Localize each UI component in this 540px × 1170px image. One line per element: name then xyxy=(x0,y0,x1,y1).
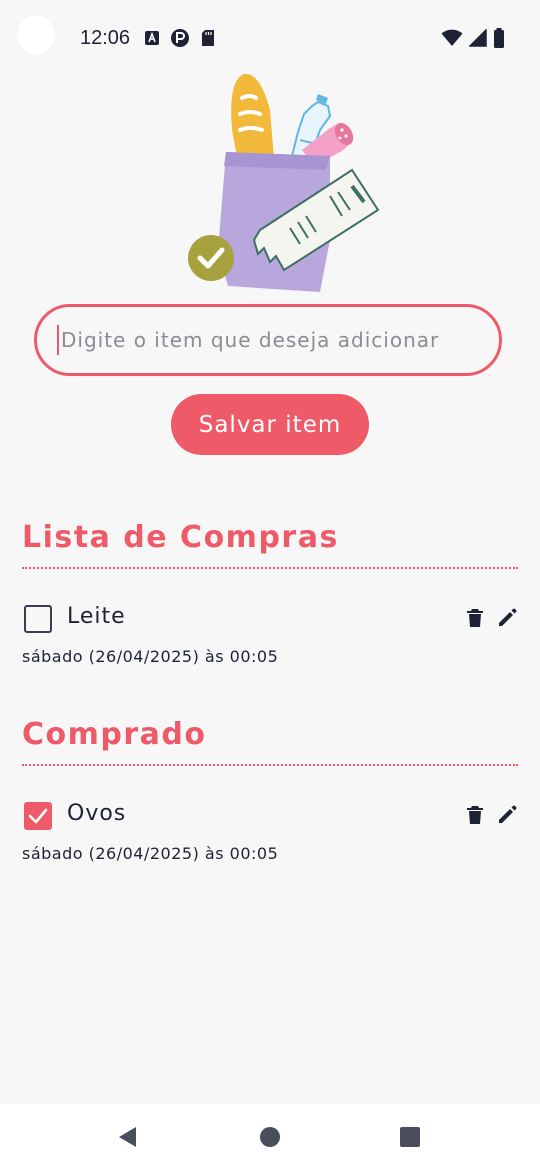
item-name: Leite xyxy=(67,604,126,629)
navigation-bar xyxy=(0,1104,540,1170)
recents-icon[interactable] xyxy=(399,1126,421,1148)
wifi-icon xyxy=(441,29,463,46)
sd-card-icon xyxy=(202,30,214,46)
delete-icon[interactable] xyxy=(464,804,486,826)
item-name: Ovos xyxy=(67,801,127,826)
item-checkbox[interactable] xyxy=(24,605,52,633)
notification-icons xyxy=(144,28,216,48)
pocket-icon xyxy=(171,29,189,47)
item-input-container[interactable] xyxy=(34,304,502,376)
item-date: sábado (26/04/2025) às 00:05 xyxy=(22,844,279,863)
battery-icon xyxy=(494,28,504,48)
edit-icon[interactable] xyxy=(496,804,518,826)
font-a-icon xyxy=(145,31,159,45)
system-icons xyxy=(441,28,505,48)
home-icon[interactable] xyxy=(259,1126,281,1148)
camera-cutout xyxy=(17,16,55,54)
save-item-button[interactable]: Salvar item xyxy=(171,394,369,455)
shopping-list-title: Lista de Compras xyxy=(22,520,339,555)
bought-list-title: Comprado xyxy=(22,717,207,752)
status-time: 12:06 xyxy=(80,27,131,49)
signal-icon xyxy=(469,29,487,47)
item-date: sábado (26/04/2025) às 00:05 xyxy=(22,647,279,666)
item-checkbox[interactable] xyxy=(24,802,52,830)
bought-list-divider xyxy=(22,764,518,766)
back-icon[interactable] xyxy=(118,1126,138,1148)
edit-icon[interactable] xyxy=(496,607,518,629)
delete-icon[interactable] xyxy=(464,607,486,629)
grocery-bag-illustration xyxy=(188,73,380,292)
status-bar: 12:06 xyxy=(0,0,540,78)
checkmark-icon xyxy=(28,808,48,824)
item-input[interactable] xyxy=(59,327,483,353)
shopping-list-divider xyxy=(22,567,518,569)
list-item: Leite sábado (26/04/2025) às 00:05 xyxy=(22,604,518,685)
list-item: Ovos sábado (26/04/2025) às 00:05 xyxy=(22,801,518,882)
